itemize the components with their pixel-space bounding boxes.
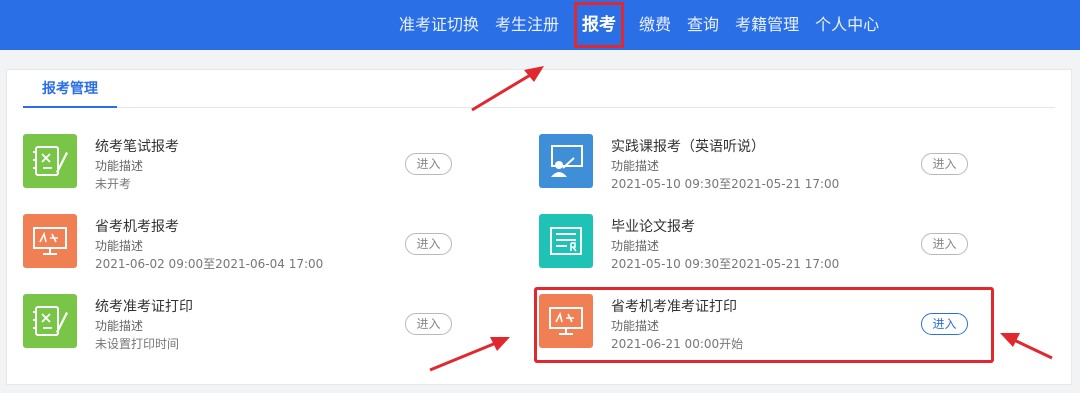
nav-item-records[interactable]: 考籍管理 (735, 0, 799, 50)
item-desc: 功能描述 (95, 239, 144, 253)
main-nav: 准考证切换 考生注册 报考 缴费 查询 考籍管理 个人中心 (399, 0, 895, 50)
item-title: 统考笔试报考 (95, 139, 179, 155)
certificate-icon (539, 214, 593, 268)
enter-button[interactable]: 进入 (921, 313, 968, 335)
item-title: 省考机考报考 (95, 219, 179, 235)
teacher-board-icon (539, 134, 593, 188)
monitor-exam-icon (539, 294, 593, 348)
nav-item-apply[interactable]: 报考 (574, 0, 625, 50)
item-meta: 2021-05-10 09:30至2021-05-21 17:00 (611, 257, 840, 271)
list-item-practice-course: 实践课报考（英语听说） 功能描述 2021-05-10 09:30至2021-0… (539, 134, 969, 192)
list-item-unified-written: 统考笔试报考 功能描述 未开考 进入 (23, 134, 453, 192)
item-meta: 未设置打印时间 (95, 337, 180, 351)
enter-button[interactable]: 进入 (921, 153, 968, 175)
item-meta: 2021-06-21 00:00开始 (611, 337, 744, 351)
tab-bar: 报考管理 (23, 70, 1055, 108)
nav-item-query[interactable]: 查询 (687, 0, 719, 50)
top-nav-bar: 准考证切换 考生注册 报考 缴费 查询 考籍管理 个人中心 (0, 0, 1080, 50)
item-desc: 功能描述 (95, 319, 144, 333)
item-desc: 功能描述 (611, 159, 660, 173)
item-title: 实践课报考（英语听说） (611, 139, 765, 155)
list-item-provincial-computer: 省考机考报考 功能描述 2021-06-02 09:00至2021-06-04 … (23, 214, 453, 272)
item-meta: 2021-06-02 09:00至2021-06-04 17:00 (95, 257, 324, 271)
item-desc: 功能描述 (611, 239, 660, 253)
item-title: 统考准考证打印 (95, 299, 193, 315)
item-desc: 功能描述 (95, 159, 144, 173)
item-meta: 未开考 (95, 177, 132, 191)
item-desc: 功能描述 (611, 319, 660, 333)
item-title: 毕业论文报考 (611, 219, 695, 235)
notebook-icon (23, 294, 77, 348)
nav-item-payment[interactable]: 缴费 (639, 0, 671, 50)
tab-apply-management[interactable]: 报考管理 (23, 70, 117, 108)
item-meta: 2021-05-10 09:30至2021-05-21 17:00 (611, 177, 840, 191)
list-item-provincial-ticket-print: 省考机考准考证打印 功能描述 2021-06-21 00:00开始 进入 (539, 294, 969, 352)
nav-item-register[interactable]: 考生注册 (495, 0, 559, 50)
item-title: 省考机考准考证打印 (611, 299, 737, 315)
list-item-unified-ticket-print: 统考准考证打印 功能描述 未设置打印时间 进入 (23, 294, 453, 352)
enter-button[interactable]: 进入 (405, 233, 452, 255)
enter-button[interactable]: 进入 (405, 313, 452, 335)
nav-item-ticket-switch[interactable]: 准考证切换 (399, 0, 479, 50)
enter-button[interactable]: 进入 (405, 153, 452, 175)
enter-button[interactable]: 进入 (921, 233, 968, 255)
nav-item-apply-label: 报考 (582, 15, 617, 35)
monitor-exam-icon (23, 214, 77, 268)
list-item-thesis: 毕业论文报考 功能描述 2021-05-10 09:30至2021-05-21 … (539, 214, 969, 272)
apply-management-panel: 报考管理 统考笔试报考 功能描述 未开考 进入 实践课报考（英语听说） 功能描述… (6, 69, 1072, 385)
nav-item-profile[interactable]: 个人中心 (815, 0, 879, 50)
notebook-icon (23, 134, 77, 188)
